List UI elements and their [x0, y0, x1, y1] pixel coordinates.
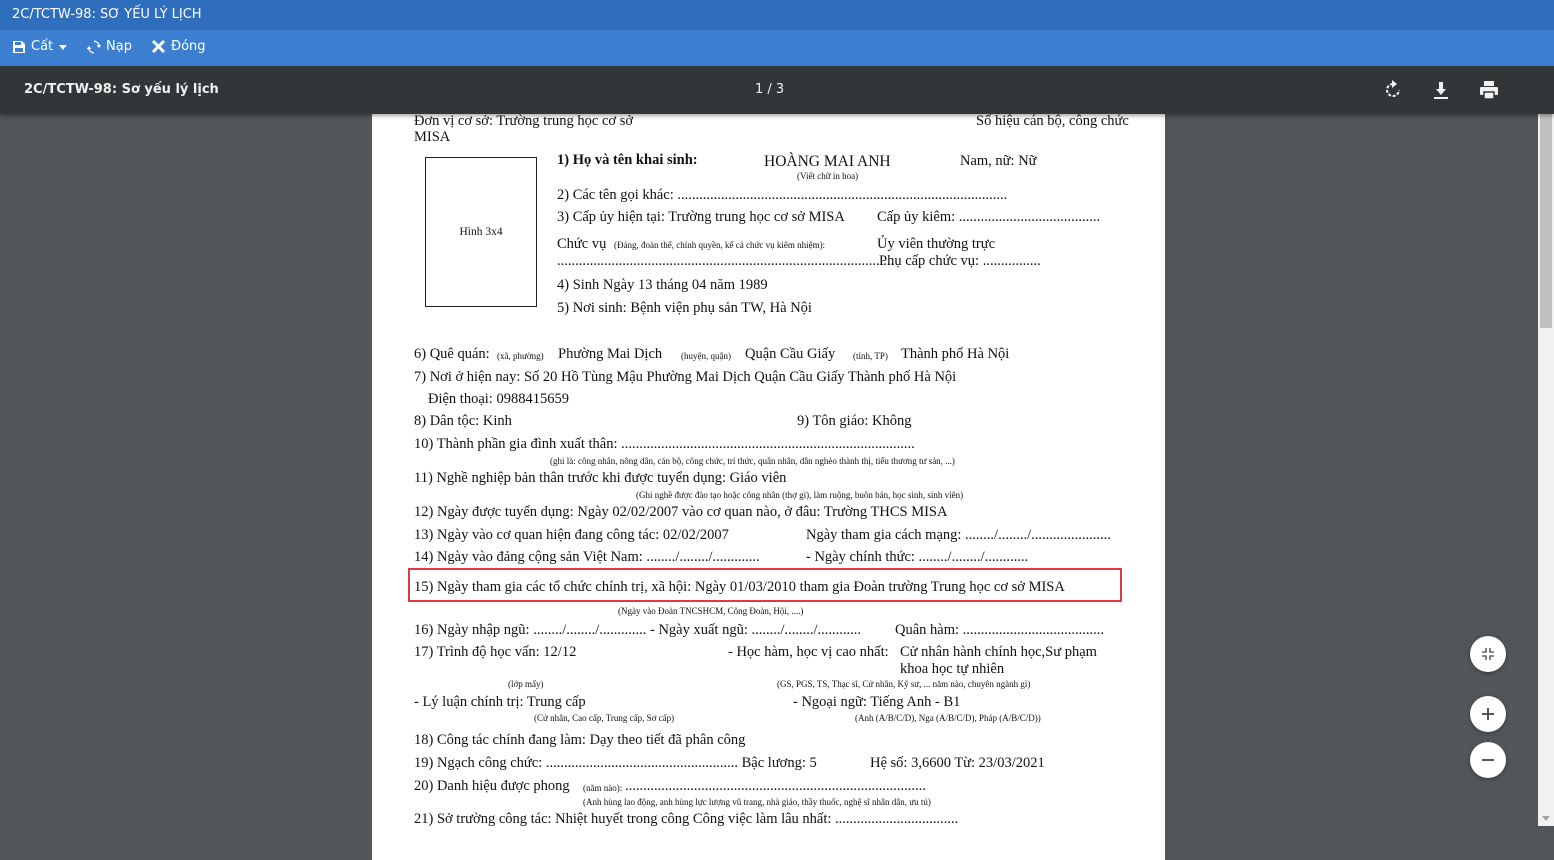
- chevron-down-icon: [59, 44, 68, 50]
- form-toolbar: Cất Nạp Đóng: [0, 30, 1554, 66]
- unit-line-2: MISA: [414, 129, 451, 145]
- scrollbar-thumb[interactable]: [1540, 106, 1552, 328]
- pdf-viewer-toolbar: 2C/TCTW-98: Sơ yếu lý lịch 1 / 3: [0, 66, 1554, 114]
- field-1-gender: Nam, nữ: Nữ: [960, 153, 1037, 169]
- rotate-button[interactable]: [1382, 79, 1404, 101]
- field-3-dots: ........................................…: [557, 253, 895, 269]
- field-15-organizations: 15) Ngày tham gia các tổ chức chính trị,…: [414, 579, 1065, 595]
- field-17-degree-note: (GS, PGS, TS, Thạc sĩ, Cử nhân, Kỹ sư, .…: [777, 679, 1031, 689]
- field-3-committee: 3) Cấp ủy hiện tại: Trường trung học cơ …: [557, 209, 845, 225]
- field-17-degree-value-2: khoa học tự nhiên: [900, 661, 1005, 677]
- field-3-concurrent: Cấp ủy kiêm: ...........................…: [877, 209, 1101, 225]
- field-17-language-note: (Anh (A/B/C/D), Nga (A/B/C/D), Pháp (A/B…: [855, 713, 1041, 723]
- refresh-icon: [87, 40, 101, 53]
- field-10-note: (ghi là: công nhân, nông dân, cán bộ, cô…: [550, 456, 955, 466]
- field-3-position-note: (Đảng, đoàn thể, chính quyền, kể cả chức…: [614, 240, 826, 250]
- field-14-party-date: 14) Ngày vào đảng cộng sản Việt Nam: ...…: [414, 549, 760, 565]
- save-button[interactable]: Cất: [12, 39, 68, 54]
- staff-code-label: Số hiệu cán bộ, công chức: [976, 113, 1129, 129]
- close-icon: [151, 39, 166, 54]
- field-3-position-value: Ủy viên thường trực: [877, 236, 996, 252]
- field-8-ethnicity: 8) Dân tộc: Kinh: [414, 413, 512, 429]
- field-3-position-label: Chức vụ: [557, 236, 607, 252]
- field-17-degree-label: - Học hàm, học vị cao nhất:: [728, 644, 889, 660]
- field-17-degree-value-1: Cử nhân hành chính học,Sư phạm: [900, 644, 1097, 660]
- field-16-military: 16) Ngày nhập ngũ: ......../......../...…: [414, 622, 862, 638]
- field-6-note-3: (tỉnh, TP): [853, 351, 888, 361]
- field-4-birth: 4) Sinh Ngày 13 tháng 04 năm 1989: [557, 277, 768, 293]
- rotate-icon: [1386, 80, 1400, 97]
- print-icon: [1480, 81, 1498, 100]
- field-6-note-2: (huyện, quận): [681, 351, 731, 361]
- close-label: Đóng: [171, 39, 206, 54]
- field-2: 2) Các tên gọi khác: ...................…: [557, 187, 1008, 203]
- field-6-value-1: Phường Mai Dịch: [558, 346, 663, 362]
- zoom-out-button[interactable]: [1470, 742, 1506, 778]
- fit-page-icon: [1482, 648, 1494, 660]
- pdf-page: Đơn vị cơ sở: Trường trung học cơ sở MIS…: [372, 100, 1165, 860]
- field-20-note: (năm nào):: [583, 783, 623, 793]
- photo-placeholder: Hình 3x4: [425, 157, 537, 307]
- fit-page-button[interactable]: [1470, 636, 1506, 672]
- field-1-name: HOÀNG MAI ANH: [764, 153, 891, 170]
- field-13-agency-date: 13) Ngày vào cơ quan hiện đang công tác:…: [414, 527, 729, 543]
- field-13-revolution-date: Ngày tham gia cách mạng: ......../......…: [806, 527, 1111, 543]
- print-button[interactable]: [1478, 79, 1500, 101]
- field-6-value-2: Quận Cầu Giấy: [745, 346, 836, 362]
- field-11-occupation: 11) Nghề nghiệp bản thân trước khi được …: [414, 470, 787, 486]
- reload-button[interactable]: Nạp: [87, 39, 132, 54]
- plus-icon: [1482, 708, 1494, 720]
- field-17-politics-note: (Cử nhân, Cao cấp, Trung cấp, Sơ cấp): [534, 713, 675, 723]
- minus-icon: [1482, 759, 1494, 761]
- field-7-phone: Điện thoại: 0988415659: [428, 391, 569, 407]
- field-20-dots: ........................................…: [625, 778, 926, 794]
- field-17-education-note: (lớp mấy): [508, 679, 544, 689]
- reload-label: Nạp: [106, 39, 132, 54]
- vertical-scrollbar[interactable]: [1538, 66, 1554, 826]
- scroll-down-icon[interactable]: [1542, 816, 1550, 821]
- photo-label: Hình 3x4: [459, 226, 503, 238]
- field-9-religion: 9) Tôn giáo: Không: [797, 413, 912, 429]
- field-6-value-3: Thành phố Hà Nội: [901, 346, 1010, 362]
- close-button[interactable]: Đóng: [151, 39, 206, 54]
- field-20-note-2: (Anh hùng lao động, anh hùng lực lượng v…: [583, 797, 931, 807]
- field-17-language: - Ngoại ngữ: Tiếng Anh - B1: [793, 694, 961, 710]
- field-6-note-1: (xã, phường): [497, 351, 544, 361]
- field-20-label: 20) Danh hiệu được phong: [414, 778, 570, 794]
- field-1-label: 1) Họ và tên khai sinh:: [557, 152, 698, 168]
- window-title: 2C/TCTW-98: SƠ YẾU LÝ LỊCH: [12, 7, 202, 22]
- field-18-current-work: 18) Công tác chính đang làm: Dạy theo ti…: [414, 732, 746, 748]
- window-titlebar: 2C/TCTW-98: SƠ YẾU LÝ LỊCH: [0, 0, 1554, 30]
- field-15-note: (Ngày vào Đoàn TNCSHCM, Công Đoàn, Hội, …: [618, 606, 804, 616]
- field-1-note: (Viết chữ in hoa): [797, 171, 859, 181]
- field-19-coefficient: Hệ số: 3,6600 Từ: 23/03/2021: [870, 755, 1045, 771]
- field-5-birthplace: 5) Nơi sinh: Bệnh viện phụ sản TW, Hà Nộ…: [557, 300, 812, 316]
- field-17-education: 17) Trình độ học vấn: 12/12: [414, 644, 577, 660]
- field-6-label: 6) Quê quán:: [414, 346, 490, 362]
- download-icon: [1434, 82, 1448, 99]
- field-10-family: 10) Thành phần gia đình xuất thân: .....…: [414, 436, 915, 452]
- field-11-note: (Ghi nghề được đào tạo hoặc công nhân (t…: [636, 490, 964, 500]
- unit-line-1: Đơn vị cơ sở: Trường trung học cơ sở: [414, 113, 634, 129]
- download-button[interactable]: [1430, 79, 1452, 101]
- field-21-strengths: 21) Sở trường công tác: Nhiệt huyết tron…: [414, 811, 959, 827]
- field-12-recruit: 12) Ngày được tuyển dụng: Ngày 02/02/200…: [414, 504, 948, 520]
- field-16-rank: Quân hàm: ..............................…: [895, 622, 1105, 638]
- page-indicator: 1 / 3: [755, 82, 785, 97]
- save-icon: [13, 40, 25, 53]
- field-19-grade: 19) Ngạch công chức: ...................…: [414, 755, 817, 771]
- field-7-address: 7) Nơi ở hiện nay: Số 20 Hồ Tùng Mậu Phư…: [414, 369, 957, 385]
- field-3-allowance: Phụ cấp chức vụ: ................: [879, 253, 1041, 269]
- zoom-in-button[interactable]: [1470, 696, 1506, 732]
- field-14-official-date: - Ngày chính thức: ......../......../...…: [806, 549, 1029, 565]
- pdf-document-title: 2C/TCTW-98: Sơ yếu lý lịch: [24, 82, 219, 97]
- field-17-politics: - Lý luận chính trị: Trung cấp: [414, 694, 586, 710]
- save-label: Cất: [31, 39, 54, 54]
